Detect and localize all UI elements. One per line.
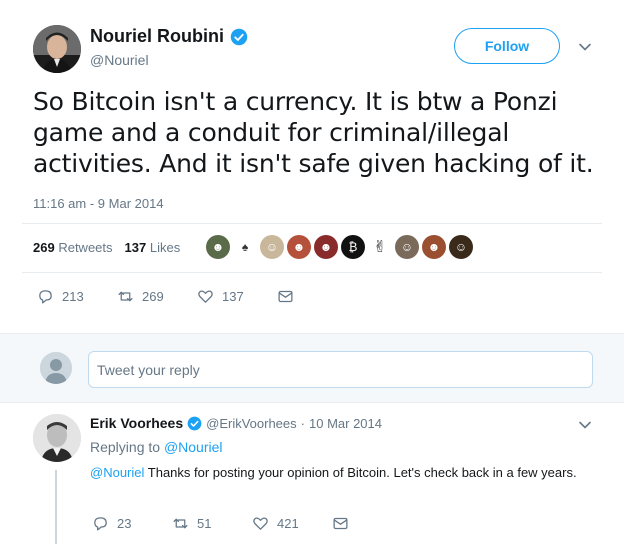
reply-input[interactable] — [88, 351, 593, 388]
retweets-label: Retweets — [58, 240, 113, 255]
retweets-stat[interactable]: 269 Retweets — [33, 240, 113, 255]
verified-badge-icon — [187, 416, 202, 431]
verified-badge-icon — [230, 28, 248, 46]
thread-line — [55, 470, 57, 544]
reply-author-handle[interactable]: @ErikVoorhees — [206, 416, 297, 431]
liker-avatar[interactable]: ♠ — [233, 235, 257, 259]
reply-separator: · — [300, 415, 305, 431]
retweet-count: 51 — [197, 516, 212, 531]
liker-avatar[interactable]: ☺ — [260, 235, 284, 259]
liker-avatars: ☻ ♠ ☺ ☻ ☻ ₿ ✌ ☺ ☻ ☺ — [206, 235, 473, 259]
tweet-text: So Bitcoin isn't a currency. It is btw a… — [33, 87, 594, 178]
reply-date[interactable]: 10 Mar 2014 — [309, 416, 382, 431]
retweet-count: 269 — [142, 289, 164, 304]
likes-stat[interactable]: 137 Likes — [125, 240, 181, 255]
liker-avatar[interactable]: ☻ — [422, 235, 446, 259]
heart-icon — [253, 517, 268, 530]
retweet-action[interactable]: 269 — [117, 288, 197, 305]
author-handle[interactable]: @Nouriel — [90, 52, 149, 68]
retweet-action[interactable]: 51 — [172, 515, 252, 532]
tweet-stats: 269 Retweets 137 Likes — [33, 240, 180, 255]
chevron-down-icon[interactable] — [578, 40, 592, 54]
follow-button[interactable]: Follow — [454, 28, 560, 64]
liker-avatar[interactable]: ☻ — [206, 235, 230, 259]
reply-author-name[interactable]: Erik Voorhees — [90, 415, 183, 431]
direct-message-action[interactable] — [332, 515, 349, 532]
reply-header: Erik Voorhees @ErikVoorhees · 10 Mar 201… — [90, 415, 382, 431]
liker-avatar[interactable]: ✌ — [368, 235, 392, 259]
envelope-icon — [278, 290, 293, 303]
liker-avatar[interactable]: ☺ — [449, 235, 473, 259]
like-count: 137 — [222, 289, 244, 304]
likes-count: 137 — [124, 240, 147, 255]
reply-count: 213 — [62, 289, 84, 304]
liker-avatar[interactable]: ☻ — [314, 235, 338, 259]
envelope-icon — [333, 517, 348, 530]
reply-actions: 23 51 421 — [92, 515, 349, 532]
reply-mention-link[interactable]: @Nouriel — [90, 465, 144, 480]
like-action[interactable]: 137 — [197, 288, 277, 305]
replying-to: Replying to @Nouriel — [90, 439, 223, 455]
direct-message-action[interactable] — [277, 288, 294, 305]
retweet-icon — [173, 518, 188, 529]
reply-body: Thanks for posting your opinion of Bitco… — [144, 465, 577, 480]
chevron-down-icon[interactable] — [578, 418, 592, 432]
reply-count: 23 — [117, 516, 132, 531]
reply-action[interactable]: 213 — [37, 288, 117, 305]
retweets-count: 269 — [33, 240, 55, 255]
reply-action[interactable]: 23 — [92, 515, 172, 532]
current-user-avatar — [40, 352, 72, 384]
heart-icon — [198, 290, 213, 303]
divider — [22, 272, 602, 273]
liker-avatar[interactable]: ☺ — [395, 235, 419, 259]
replying-to-label: Replying to — [90, 439, 161, 455]
reply-text: @Nouriel Thanks for posting your opinion… — [90, 463, 590, 483]
reply-icon — [94, 517, 107, 531]
author-avatar[interactable] — [33, 25, 81, 73]
like-count: 421 — [277, 516, 299, 531]
replying-to-link[interactable]: @Nouriel — [164, 439, 223, 455]
author-name[interactable]: Nouriel Roubini — [90, 26, 224, 47]
liker-avatar[interactable]: ☻ — [287, 235, 311, 259]
author-name-row: Nouriel Roubini — [90, 26, 248, 47]
reply-icon — [39, 290, 52, 304]
divider — [22, 223, 602, 224]
tweet-timestamp[interactable]: 11:16 am - 9 Mar 2014 — [33, 196, 164, 211]
like-action[interactable]: 421 — [252, 515, 332, 532]
reply-author-avatar[interactable] — [33, 414, 81, 462]
retweet-icon — [118, 291, 133, 302]
tweet-actions: 213 269 137 — [37, 288, 294, 305]
liker-avatar[interactable]: ₿ — [341, 235, 365, 259]
likes-label: Likes — [149, 240, 181, 255]
